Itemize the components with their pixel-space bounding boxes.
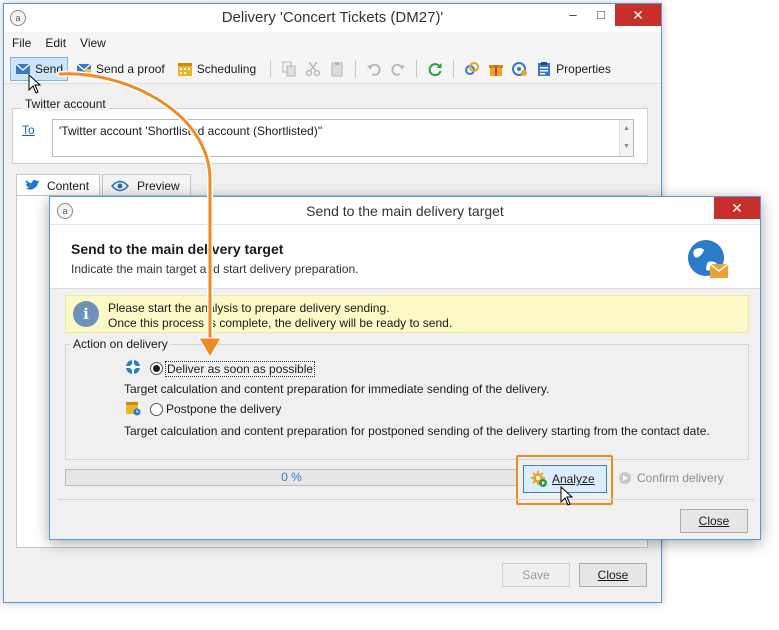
twitter-account-label: Twitter account	[22, 97, 109, 111]
dialog-header-subtitle: Indicate the main target and start deliv…	[71, 262, 359, 276]
maximize-icon[interactable]: □	[587, 4, 615, 26]
dialog-title: Send to the main delivery target	[306, 203, 504, 219]
info-line-2: Once this process is complete, the deliv…	[108, 316, 453, 330]
dialog-separator	[58, 499, 754, 500]
twitter-bird-icon	[25, 179, 40, 190]
close-window-icon[interactable]: ✕	[615, 4, 661, 26]
menu-edit[interactable]: Edit	[45, 36, 66, 50]
minimize-icon[interactable]: –	[559, 4, 587, 26]
analysis-progress-bar: 0 %	[65, 469, 518, 486]
close-main-label: Close	[597, 568, 629, 582]
send-proof-button[interactable]: Send a proof	[72, 57, 169, 81]
postpone-radio[interactable]	[150, 403, 163, 416]
menu-bar: File Edit View	[4, 32, 661, 54]
confirm-delivery-button[interactable]: Confirm delivery	[618, 471, 724, 485]
tab-content-label: Content	[47, 178, 90, 193]
copy-icon[interactable]	[281, 61, 297, 77]
info-icon: i	[73, 301, 99, 327]
toolbar-separator	[355, 59, 357, 78]
progress-text: 0 %	[281, 470, 302, 484]
target-icon[interactable]	[512, 61, 528, 77]
mouse-cursor-icon	[28, 74, 42, 94]
window-titlebar: a Delivery 'Concert Tickets (DM27)' – □ …	[4, 4, 661, 32]
dialog-close-label: Close	[698, 514, 730, 528]
scheduling-button[interactable]: Scheduling	[173, 57, 260, 81]
dialog-header: Send to the main delivery target Indicat…	[50, 225, 760, 289]
confirm-delivery-label: Confirm delivery	[637, 471, 724, 485]
dialog-app-icon: a	[57, 203, 73, 219]
envelope-proof-icon	[76, 63, 92, 75]
send-proof-label: Send a proof	[96, 61, 165, 76]
deliver-asap-radio[interactable]	[150, 362, 163, 375]
dialog-close-icon[interactable]: ✕	[714, 197, 760, 219]
scheduling-label: Scheduling	[196, 61, 257, 76]
deliver-asap-description: Target calculation and content preparati…	[124, 382, 550, 396]
cut-icon[interactable]	[305, 61, 321, 77]
action-legend: Action on delivery	[70, 337, 171, 351]
refresh-icon[interactable]	[427, 61, 443, 77]
globe-envelope-icon	[688, 240, 729, 278]
save-button[interactable]: Save	[502, 563, 570, 587]
postpone-description: Target calculation and content preparati…	[124, 424, 710, 438]
play-circle-icon	[619, 472, 631, 484]
paste-icon[interactable]	[329, 61, 345, 77]
dialog-close-button[interactable]: Close	[680, 509, 748, 533]
properties-button[interactable]: Properties	[532, 57, 615, 81]
tab-preview[interactable]: Preview	[102, 174, 191, 196]
properties-label: Properties	[556, 61, 611, 76]
send-dialog: a Send to the main delivery target ✕ Sen…	[49, 196, 761, 540]
close-main-button[interactable]: Close	[579, 563, 647, 587]
calendar-icon	[177, 62, 192, 76]
calendar-clock-icon	[126, 402, 141, 416]
postpone-label[interactable]: Postpone the delivery	[166, 402, 281, 416]
save-label: Save	[522, 568, 550, 582]
mouse-cursor-icon	[560, 486, 574, 506]
window-title: Delivery 'Concert Tickets (DM27)'	[221, 9, 444, 26]
analyze-label: Analyze	[552, 472, 595, 486]
dialog-header-title: Send to the main delivery target	[71, 241, 284, 257]
to-field-scrollbar[interactable]: ▲ ▼	[619, 120, 633, 156]
tab-preview-label: Preview	[137, 178, 180, 193]
menu-view[interactable]: View	[80, 36, 106, 50]
toolbar-separator	[416, 59, 418, 78]
toolbar-separator	[270, 59, 272, 78]
to-field[interactable]: 'Twitter account 'Shortlisted account (S…	[52, 119, 634, 157]
gear-play-icon	[531, 471, 547, 487]
menu-file[interactable]: File	[12, 36, 31, 50]
redo-icon[interactable]	[390, 61, 406, 77]
lifebuoy-icon	[126, 360, 140, 374]
toolbar: Send Send a proof Scheduling Properties	[4, 54, 661, 84]
app-icon: a	[10, 10, 26, 26]
deliver-asap-label[interactable]: Deliver as soon as possible	[165, 361, 316, 377]
link-icon[interactable]	[464, 61, 480, 77]
content-tabs: Content Preview	[16, 174, 193, 196]
tab-content[interactable]: Content	[16, 174, 101, 196]
clipboard-icon	[538, 61, 551, 76]
to-link[interactable]: To	[22, 123, 35, 137]
undo-icon[interactable]	[366, 61, 382, 77]
info-band: i Please start the analysis to prepare d…	[65, 295, 749, 333]
info-line-1: Please start the analysis to prepare del…	[108, 301, 390, 315]
eye-icon	[111, 180, 130, 191]
gift-icon[interactable]	[488, 61, 504, 77]
dialog-titlebar: a Send to the main delivery target ✕	[50, 197, 760, 225]
to-value: 'Twitter account 'Shortlisted account (S…	[59, 124, 323, 138]
window-controls: – □ ✕	[559, 4, 661, 26]
toolbar-separator	[453, 59, 455, 78]
